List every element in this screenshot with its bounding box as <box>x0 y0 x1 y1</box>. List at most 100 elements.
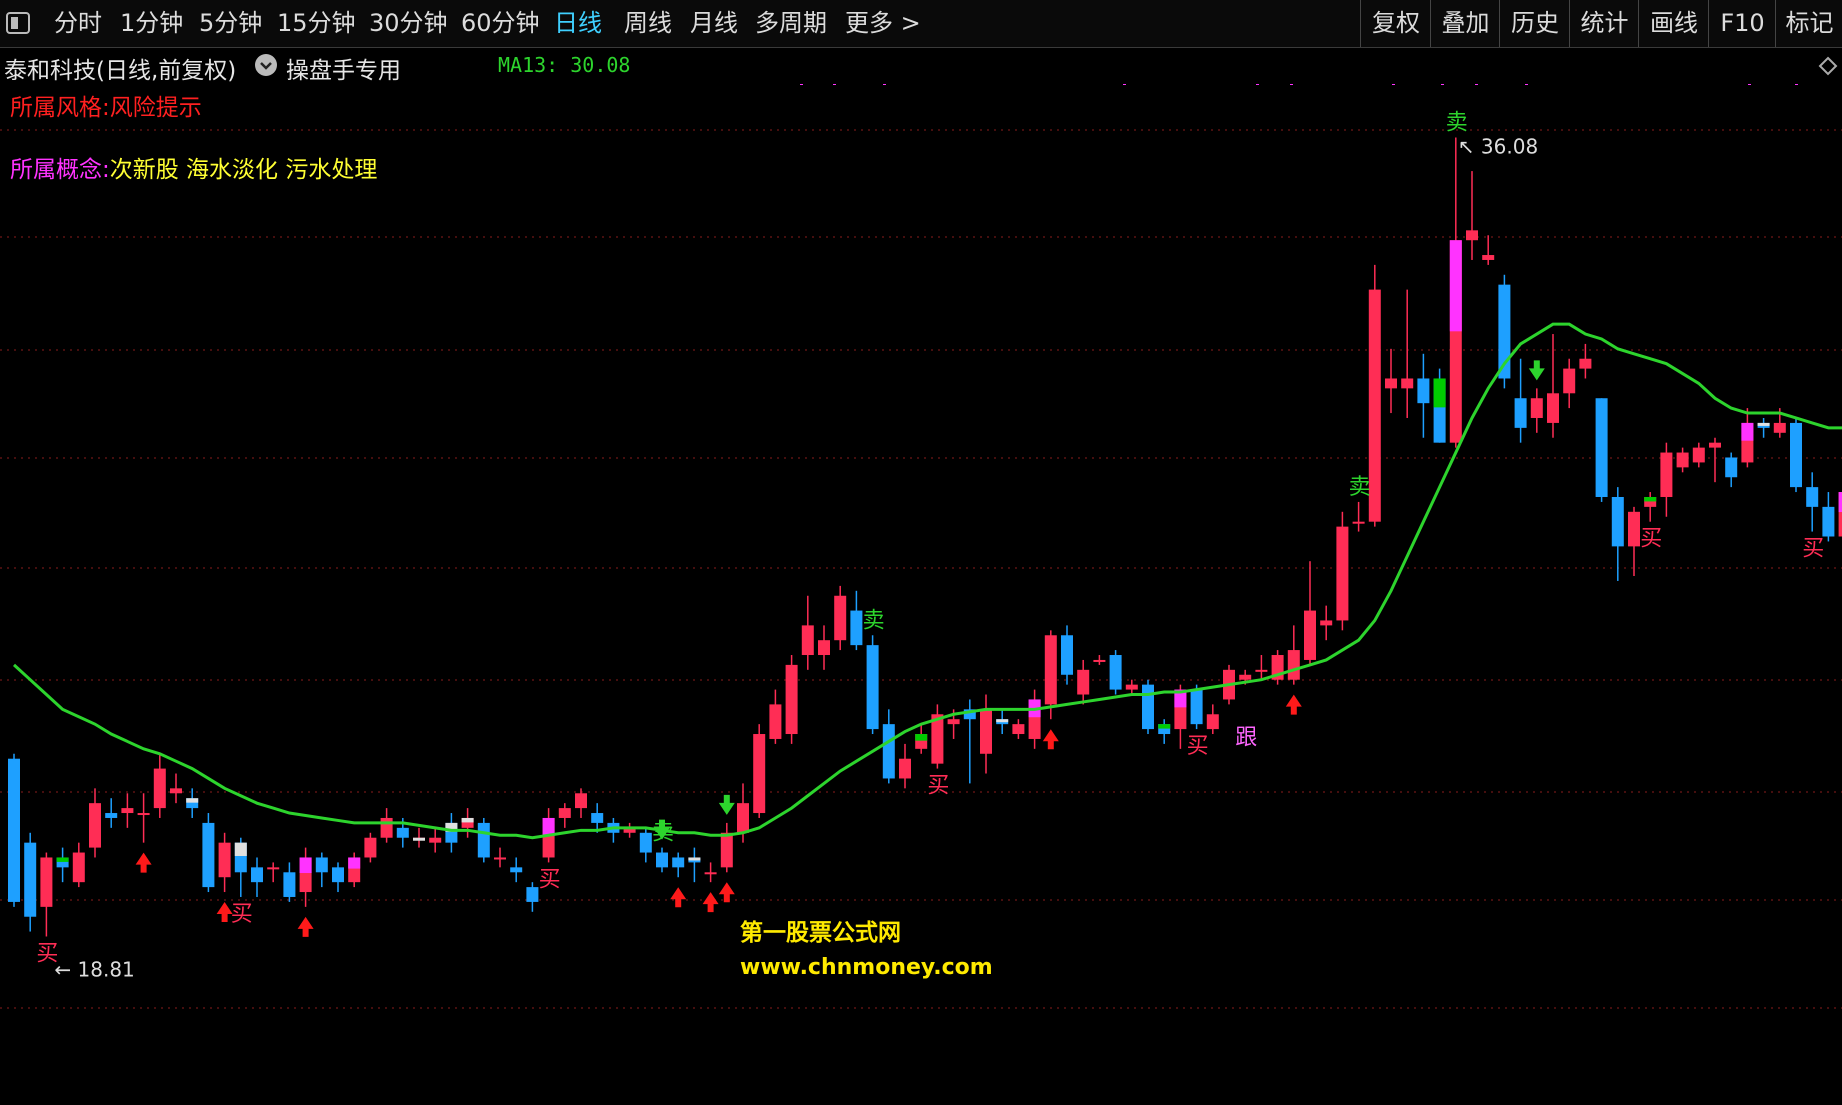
buy-label: 买 <box>539 867 561 892</box>
tab-period-monthly[interactable]: 月线 <box>690 0 738 47</box>
candle-body <box>720 832 733 868</box>
candle-body <box>494 857 506 860</box>
candle-body <box>1563 368 1576 394</box>
buy-label: 买 <box>1802 537 1824 562</box>
candle-body <box>89 803 101 848</box>
candle-body <box>1352 521 1365 524</box>
candle-body <box>1709 442 1721 448</box>
candle-body <box>704 872 717 875</box>
candle-body <box>866 645 879 730</box>
concept-prefix: 所属概念: <box>10 157 110 183</box>
indicator-name[interactable]: 操盘手专用 <box>286 51 401 85</box>
candle-highlight <box>56 857 69 862</box>
candle-body <box>737 803 749 833</box>
candle-body <box>1012 724 1025 735</box>
buy-arrow-icon <box>1285 694 1302 715</box>
max-price-label: ↖ 36.08 <box>1458 135 1538 159</box>
tab-period-weekly[interactable]: 周线 <box>624 0 672 47</box>
candle-body <box>153 768 166 809</box>
candlestick-chart[interactable]: 买买买买买买 买卖卖卖卖跟↖ 36.08← 18.81 <box>0 84 1842 1105</box>
watermark-title: 第一股票公式网 <box>740 920 901 946</box>
marker-dot <box>833 84 836 85</box>
candle-body <box>267 867 280 870</box>
tab-period-15min[interactable]: 15分钟 <box>277 0 356 47</box>
chart-info-bar: 泰和科技(日线,前复权) 操盘手专用 MA13: 30.08 <box>0 48 1842 84</box>
candle-body <box>1206 714 1219 730</box>
candle-body <box>558 808 571 818</box>
candle-body <box>1255 669 1268 672</box>
ma13-value: MA13: 30.08 <box>498 53 631 77</box>
candle-body <box>1385 378 1397 389</box>
tab-period-30min[interactable]: 30分钟 <box>369 0 448 47</box>
buy-label: 买 <box>1640 527 1662 552</box>
candle-body <box>1401 378 1414 389</box>
candle-body <box>510 867 523 873</box>
tab-period-5min[interactable]: 5分钟 <box>199 0 262 47</box>
candle-highlight <box>1433 378 1446 408</box>
sidebar-toggle-icon[interactable] <box>6 12 30 34</box>
concept-note: 所属概念:次新股 海水淡化 污水处理 <box>10 150 377 184</box>
candle-body <box>1692 447 1705 463</box>
candle-body <box>1109 655 1122 690</box>
candle-body <box>1514 398 1527 428</box>
buy-label: 买 <box>231 902 253 927</box>
f10-button[interactable]: F10 <box>1708 0 1776 47</box>
candle-highlight <box>1838 492 1842 513</box>
marker-dot <box>1475 84 1478 85</box>
candle-body <box>8 758 20 902</box>
tab-period-1min[interactable]: 1分钟 <box>120 0 183 47</box>
candle-body <box>1336 526 1349 621</box>
candle-body <box>899 758 911 779</box>
tab-period-daily[interactable]: 日线 <box>554 0 602 47</box>
concept-value: 次新股 海水淡化 污水处理 <box>109 157 378 183</box>
tab-period-fenshi[interactable]: 分时 <box>54 0 102 47</box>
candle-body <box>834 595 847 641</box>
candle-body <box>639 832 652 853</box>
tab-period-60min[interactable]: 60分钟 <box>461 0 540 47</box>
candle-body <box>1093 659 1106 662</box>
candle-body <box>1806 487 1819 507</box>
overlay-button[interactable]: 叠加 <box>1430 0 1500 47</box>
candle-highlight <box>461 817 474 823</box>
candle-body <box>1320 620 1333 626</box>
candle-body <box>1142 684 1154 730</box>
tab-period-multi[interactable]: 多周期 <box>755 0 827 47</box>
candle-body <box>1417 378 1430 404</box>
dropdown-circle-icon[interactable] <box>255 54 277 76</box>
candle-body <box>753 734 766 814</box>
candle-body <box>769 704 782 739</box>
marker-dot <box>1123 84 1126 85</box>
marker-dot <box>800 84 803 85</box>
candle-body <box>1628 511 1640 547</box>
candle-body <box>785 664 798 735</box>
mark-button[interactable]: 标记 <box>1775 0 1842 47</box>
candle-body <box>1304 610 1316 660</box>
candle-body <box>218 842 231 878</box>
marker-dot <box>1748 84 1751 85</box>
candle-highlight <box>1757 422 1770 426</box>
candle-body <box>818 640 830 656</box>
draw-line-button[interactable]: 画线 <box>1638 0 1709 47</box>
adjust-button[interactable]: 复权 <box>1360 0 1431 47</box>
follow-label: 跟 <box>1235 726 1257 751</box>
history-button[interactable]: 历史 <box>1499 0 1570 47</box>
candle-highlight <box>413 837 425 841</box>
candle-body <box>526 887 539 902</box>
sell-arrow-icon <box>1528 360 1545 381</box>
candle-body <box>105 813 118 818</box>
candle-body <box>72 852 85 883</box>
candle-highlight <box>1741 422 1754 441</box>
candle-body <box>429 837 442 843</box>
candle-body <box>1061 635 1073 675</box>
statistics-button[interactable]: 统计 <box>1569 0 1639 47</box>
collapse-diamond-icon[interactable] <box>1818 56 1838 76</box>
candle-highlight <box>996 719 1009 723</box>
marker-dot <box>1290 84 1293 85</box>
candle-highlight <box>234 842 247 856</box>
candle-body <box>364 837 377 858</box>
candle-body <box>591 813 604 823</box>
more-periods-button[interactable]: 更多 > <box>845 0 921 47</box>
marker-dot <box>1256 84 1259 85</box>
candle-highlight <box>1449 240 1462 332</box>
candle-body <box>121 808 134 814</box>
